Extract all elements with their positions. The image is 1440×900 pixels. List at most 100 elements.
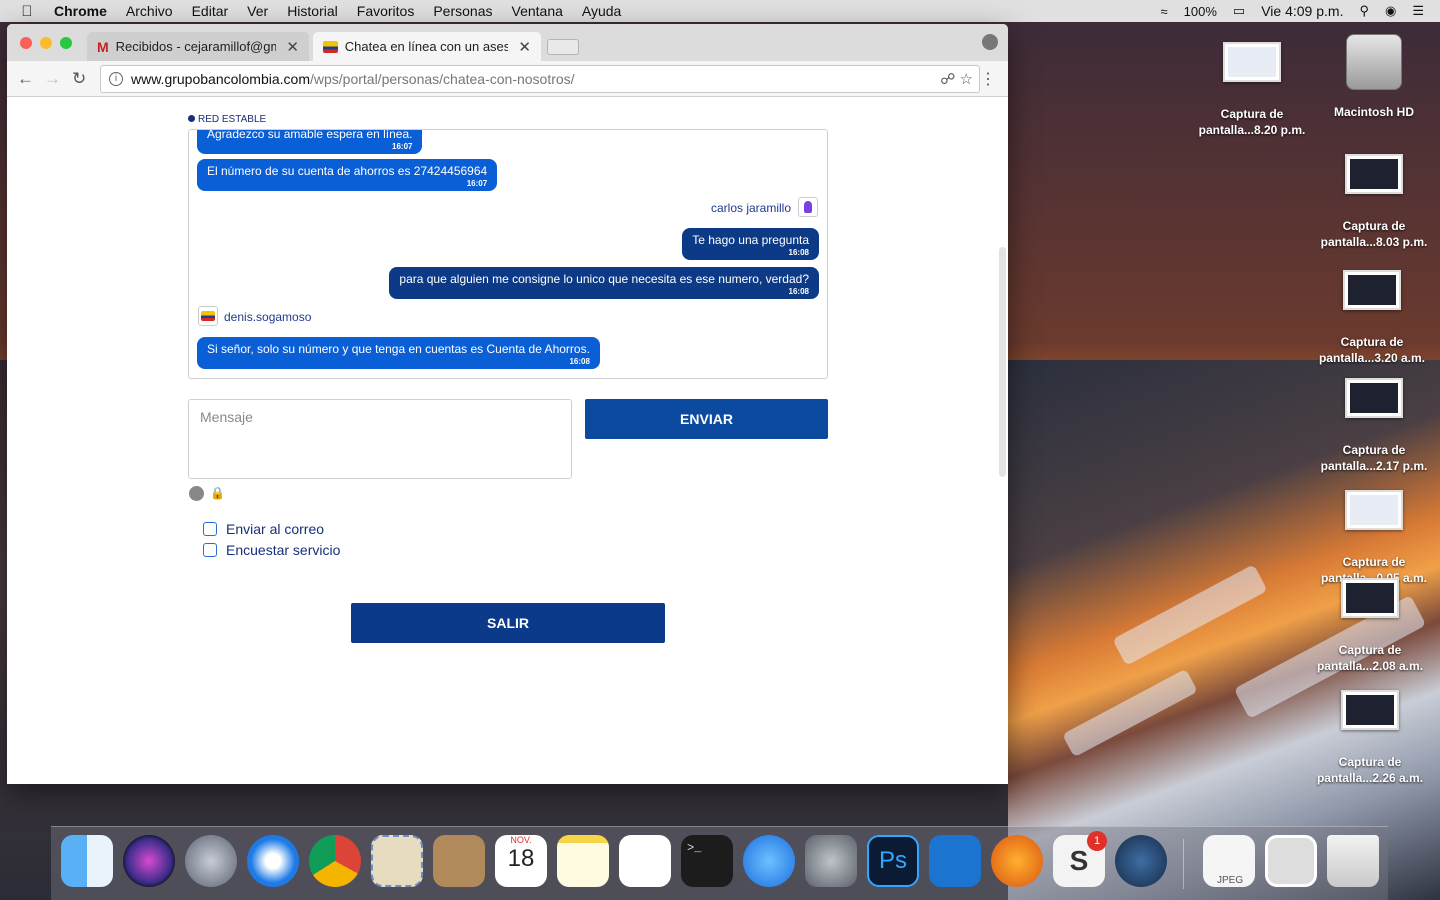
- agent-name: denis.sogamoso: [224, 310, 312, 324]
- apple-icon[interactable]: : [0, 3, 54, 20]
- chat-transcript[interactable]: Agradezco su amable espera en línea. 16:…: [188, 129, 828, 379]
- message-text: Te hago una pregunta: [692, 233, 809, 247]
- file-name: Captura de: [1340, 335, 1404, 349]
- email-checkbox[interactable]: [203, 522, 217, 536]
- tab-bar: M Recibidos - cejaramillof@gmail ✕ Chate…: [7, 24, 1008, 61]
- desktop-file-screenshot[interactable]: Captura de pantalla...0.05 a.m.: [1314, 490, 1434, 586]
- minimize-window-button[interactable]: [40, 37, 52, 49]
- launchpad-icon[interactable]: [185, 835, 237, 887]
- scrollbar[interactable]: [999, 247, 1006, 477]
- menu-ventana[interactable]: Ventana: [512, 3, 563, 19]
- notes-icon[interactable]: [557, 835, 609, 887]
- agent-message: Si señor, solo su número y que tenga en …: [197, 337, 600, 369]
- app-store-icon[interactable]: [743, 835, 795, 887]
- desktop-file-screenshot[interactable]: Captura de pantalla...2.26 a.m.: [1310, 690, 1430, 786]
- survey-option-label: Encuestar servicio: [226, 542, 341, 558]
- email-transcript-option[interactable]: Enviar al correo: [203, 521, 324, 537]
- forward-icon[interactable]: →: [44, 69, 61, 89]
- close-window-button[interactable]: [20, 37, 32, 49]
- terminal-icon[interactable]: >_: [681, 835, 733, 887]
- menu-editar[interactable]: Editar: [192, 3, 229, 19]
- dock: NOV. 18 >_ Ps S 1 JPEG: [51, 826, 1388, 900]
- menu-ayuda[interactable]: Ayuda: [582, 3, 621, 19]
- steam-icon[interactable]: [1115, 835, 1167, 887]
- survey-checkbox[interactable]: [203, 543, 217, 557]
- input-tools: 🔒: [189, 484, 225, 501]
- photo-icon[interactable]: [1265, 835, 1317, 887]
- transmit-icon[interactable]: [991, 835, 1043, 887]
- back-icon[interactable]: ←: [17, 69, 34, 89]
- notification-badge: 1: [1087, 831, 1107, 851]
- desktop-macintosh-hd[interactable]: Macintosh HD: [1314, 34, 1434, 120]
- battery-percent: 100%: [1183, 3, 1217, 19]
- close-tab-icon[interactable]: ✕: [286, 38, 299, 56]
- clock[interactable]: Vie 4:09 p.m.: [1261, 3, 1343, 19]
- agent-avatar-icon: [198, 306, 218, 326]
- connection-status: RED ESTABLE: [188, 114, 266, 125]
- jpeg-label: JPEG: [1217, 875, 1244, 886]
- message-time: 16:08: [788, 248, 809, 257]
- menu-bar:  Chrome Archivo Editar Ver Historial Fa…: [0, 0, 1440, 22]
- exit-button[interactable]: SALIR: [351, 603, 665, 643]
- dock-separator: [1183, 839, 1184, 889]
- menu-personas[interactable]: Personas: [433, 3, 492, 19]
- safari-icon[interactable]: [247, 835, 299, 887]
- survey-option[interactable]: Encuestar servicio: [203, 542, 340, 558]
- reminders-icon[interactable]: [619, 835, 671, 887]
- menu-app[interactable]: Chrome: [54, 3, 107, 19]
- message-text: Si señor, solo su número y que tenga en …: [207, 342, 590, 356]
- wifi-icon[interactable]: ≈: [1161, 4, 1168, 19]
- jpeg-file-icon[interactable]: JPEG: [1203, 835, 1255, 887]
- desktop-file-screenshot[interactable]: Captura de pantalla...2.08 a.m.: [1310, 578, 1430, 674]
- photoshop-icon[interactable]: Ps: [867, 835, 919, 887]
- chrome-icon[interactable]: [309, 835, 361, 887]
- desktop-file-screenshot[interactable]: Captura de pantalla...2.17 p.m.: [1314, 378, 1434, 474]
- menu-archivo[interactable]: Archivo: [126, 3, 173, 19]
- zoom-window-button[interactable]: [60, 37, 72, 49]
- send-button[interactable]: ENVIAR: [585, 399, 828, 439]
- profile-icon[interactable]: [982, 34, 998, 50]
- brackets-icon[interactable]: [929, 835, 981, 887]
- file-name: Captura de: [1338, 643, 1402, 657]
- desktop-file-screenshot[interactable]: Captura de pantalla...8.03 p.m.: [1314, 154, 1434, 250]
- reload-icon[interactable]: ↻: [72, 69, 86, 89]
- finder-icon[interactable]: [61, 835, 113, 887]
- close-tab-icon[interactable]: ✕: [518, 38, 531, 56]
- siri-icon[interactable]: [123, 835, 175, 887]
- desktop-file-screenshot[interactable]: Captura de pantalla...8.20 p.m.: [1192, 42, 1312, 138]
- emoji-icon[interactable]: [189, 485, 204, 501]
- calendar-icon[interactable]: NOV. 18: [495, 835, 547, 887]
- message-time: 16:08: [788, 287, 809, 296]
- screenshot-thumbnail: [1345, 490, 1403, 530]
- message-text: para que alguien me consigne lo unico qu…: [399, 272, 809, 286]
- contacts-icon[interactable]: [433, 835, 485, 887]
- status-dot-icon: [188, 115, 195, 122]
- menu-favoritos[interactable]: Favoritos: [357, 3, 415, 19]
- system-preferences-icon[interactable]: [805, 835, 857, 887]
- mail-icon[interactable]: [371, 835, 423, 887]
- tab-chat[interactable]: Chatea en línea con un asesor ✕: [313, 32, 541, 61]
- tab-gmail[interactable]: M Recibidos - cejaramillof@gmail ✕: [87, 32, 309, 61]
- url-host: www.grupobancolombia.com: [131, 71, 310, 87]
- bookmark-star-icon[interactable]: ☍ ☆: [940, 70, 973, 88]
- spotlight-icon[interactable]: ⚲: [1359, 3, 1369, 19]
- chrome-menu-icon[interactable]: ⋮: [980, 69, 996, 89]
- battery-icon[interactable]: ▭: [1233, 3, 1245, 19]
- message-input[interactable]: Mensaje: [188, 399, 572, 479]
- file-name: pantalla...3.20 a.m.: [1318, 351, 1426, 365]
- menu-ver[interactable]: Ver: [247, 3, 268, 19]
- tab-title: Chatea en línea con un asesor: [344, 39, 509, 54]
- message-text: El número de su cuenta de ahorros es 274…: [207, 164, 488, 178]
- user-avatar-icon: [798, 197, 818, 217]
- siri-menu-icon[interactable]: ◉: [1385, 3, 1396, 19]
- trash-icon[interactable]: [1327, 835, 1379, 887]
- message-time: 16:08: [569, 357, 590, 366]
- file-name: Captura de: [1338, 755, 1402, 769]
- menu-historial[interactable]: Historial: [287, 3, 338, 19]
- notification-center-icon[interactable]: ☰: [1412, 3, 1424, 19]
- address-bar[interactable]: i www.grupobancolombia.com/wps/portal/pe…: [100, 65, 980, 93]
- new-tab-button[interactable]: [547, 39, 579, 55]
- desktop-file-screenshot[interactable]: Captura de pantalla...3.20 a.m.: [1312, 270, 1432, 366]
- tab-title: Recibidos - cejaramillof@gmail: [115, 39, 277, 54]
- info-icon[interactable]: i: [109, 72, 123, 86]
